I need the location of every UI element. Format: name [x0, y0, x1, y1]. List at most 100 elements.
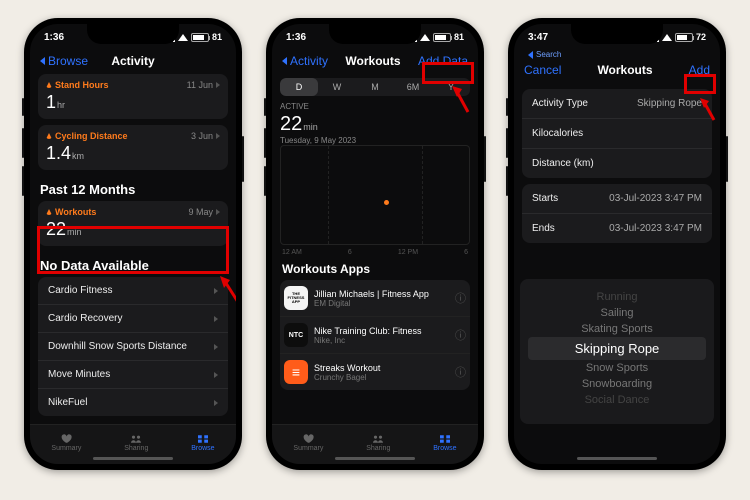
tab-browse[interactable]: Browse: [191, 434, 214, 452]
battery-icon: [675, 33, 693, 42]
chevron-right-icon: [216, 133, 220, 139]
wifi-icon: [662, 34, 672, 41]
flame-icon: [46, 209, 52, 215]
app-row[interactable]: NTC Nike Training Club: FitnessNike, Inc…: [280, 317, 470, 354]
chart-date: Tuesday, 9 May 2023: [280, 136, 470, 145]
active-value: 22: [280, 113, 302, 135]
seg-d[interactable]: D: [280, 78, 318, 96]
section-past-12-months: Past 12 Months: [38, 176, 228, 201]
tab-summary[interactable]: Summary: [51, 434, 81, 452]
list-item[interactable]: NikeFuel: [38, 389, 228, 416]
app-icon: THEFITNESSAPP: [284, 286, 308, 310]
home-indicator[interactable]: [93, 457, 173, 460]
chevron-right-icon: [216, 82, 220, 88]
row-distance[interactable]: Distance (km): [522, 149, 712, 178]
form-activity: Activity TypeSkipping Rope Kilocalories …: [522, 89, 712, 178]
back-button[interactable]: Activity: [282, 54, 328, 68]
chevron-left-icon: [282, 57, 287, 65]
chevron-left-icon: [528, 51, 533, 59]
page-title: Activity: [111, 54, 154, 68]
form-time: Starts03-Jul-2023 3:47 PM Ends03-Jul-202…: [522, 184, 712, 243]
chart-x-axis: 12 AM612 PM6: [280, 249, 470, 256]
back-button[interactable]: Browse: [40, 54, 88, 68]
time-range-segmented[interactable]: D W M 6M Y: [280, 78, 470, 96]
battery-icon: [433, 33, 451, 42]
info-icon[interactable]: ⓘ: [455, 364, 466, 380]
chevron-right-icon: [214, 316, 218, 322]
picker-option[interactable]: Snow Sports: [520, 360, 714, 376]
clock: 1:36: [44, 32, 64, 43]
card-stand-hours[interactable]: Stand Hours11 Jun 1hr: [38, 74, 228, 119]
list-item[interactable]: Cardio Recovery: [38, 305, 228, 333]
battery-pct: 72: [696, 32, 706, 42]
wifi-icon: [178, 34, 188, 41]
home-indicator[interactable]: [335, 457, 415, 460]
clock: 1:36: [286, 32, 306, 43]
picker-option[interactable]: Skating Sports: [520, 321, 714, 337]
apps-list: THEFITNESSAPP Jillian Michaels | Fitness…: [280, 280, 470, 390]
row-activity-type[interactable]: Activity TypeSkipping Rope: [522, 89, 712, 119]
nav-bar: Cancel Workouts Add: [514, 59, 720, 83]
section-workouts-apps: Workouts Apps: [280, 256, 470, 280]
phone-add-workout: 3:47 72 Search Cancel Workouts Add Activ…: [508, 18, 726, 470]
active-label: ACTIVE: [280, 102, 470, 111]
row-ends[interactable]: Ends03-Jul-2023 3:47 PM: [522, 214, 712, 243]
seg-w[interactable]: W: [318, 78, 356, 96]
seg-6m[interactable]: 6M: [394, 78, 432, 96]
annotation-arrow-icon: [448, 82, 474, 116]
picker-option-selected[interactable]: Skipping Rope: [528, 337, 706, 360]
page-title: Workouts: [597, 63, 652, 77]
phone-activity: 1:36 81 Browse Activity Stand Hours11 Ju…: [24, 18, 242, 470]
list-item[interactable]: Cardio Fitness: [38, 277, 228, 305]
picker-option[interactable]: Sailing: [520, 305, 714, 321]
info-icon[interactable]: ⓘ: [455, 327, 466, 343]
chevron-right-icon: [214, 344, 218, 350]
tab-summary[interactable]: Summary: [293, 434, 323, 452]
activity-type-picker[interactable]: Running Sailing Skating Sports Skipping …: [520, 279, 714, 424]
tab-sharing[interactable]: Sharing: [366, 434, 390, 452]
clock: 3:47: [528, 32, 548, 43]
battery-pct: 81: [454, 32, 464, 42]
info-icon[interactable]: ⓘ: [455, 290, 466, 306]
picker-option[interactable]: Running: [520, 289, 714, 305]
flame-icon: [46, 82, 52, 88]
page-title: Workouts: [345, 54, 400, 68]
wifi-icon: [420, 34, 430, 41]
card-cycling-distance[interactable]: Cycling Distance3 Jun 1.4km: [38, 125, 228, 170]
chevron-left-icon: [40, 57, 45, 65]
nav-bar: Activity Workouts Add Data: [272, 50, 478, 74]
list-item[interactable]: Move Minutes: [38, 361, 228, 389]
workouts-chart[interactable]: [280, 145, 470, 245]
phone-workouts-detail: 1:36 81 Activity Workouts Add Data D W M…: [266, 18, 484, 470]
cancel-button[interactable]: Cancel: [524, 63, 561, 77]
chart-datapoint: [384, 200, 389, 205]
home-indicator[interactable]: [577, 457, 657, 460]
card-workouts[interactable]: Workouts9 May 22min: [38, 201, 228, 246]
section-no-data: No Data Available: [38, 252, 228, 277]
back-to-search[interactable]: Search: [514, 50, 720, 59]
chevron-right-icon: [214, 372, 218, 378]
app-icon: NTC: [284, 323, 308, 347]
seg-m[interactable]: M: [356, 78, 394, 96]
app-row[interactable]: ≡ Streaks WorkoutCrunchy Bagel ⓘ: [280, 354, 470, 390]
annotation-arrow-icon: [216, 272, 236, 306]
add-button[interactable]: Add: [689, 63, 710, 77]
battery-icon: [191, 33, 209, 42]
chevron-right-icon: [214, 400, 218, 406]
row-kilocalories[interactable]: Kilocalories: [522, 119, 712, 149]
annotation-arrow-icon: [696, 94, 720, 124]
flame-icon: [46, 133, 52, 139]
app-icon: ≡: [284, 360, 308, 384]
picker-option[interactable]: Snowboarding: [520, 376, 714, 392]
tab-browse[interactable]: Browse: [433, 434, 456, 452]
battery-pct: 81: [212, 32, 222, 42]
nav-bar: Browse Activity: [30, 50, 236, 74]
chevron-right-icon: [216, 209, 220, 215]
no-data-list: Cardio Fitness Cardio Recovery Downhill …: [38, 277, 228, 416]
list-item[interactable]: Downhill Snow Sports Distance: [38, 333, 228, 361]
app-row[interactable]: THEFITNESSAPP Jillian Michaels | Fitness…: [280, 280, 470, 317]
add-data-button[interactable]: Add Data: [418, 54, 468, 68]
row-starts[interactable]: Starts03-Jul-2023 3:47 PM: [522, 184, 712, 214]
picker-option[interactable]: Social Dance: [520, 392, 714, 408]
tab-sharing[interactable]: Sharing: [124, 434, 148, 452]
